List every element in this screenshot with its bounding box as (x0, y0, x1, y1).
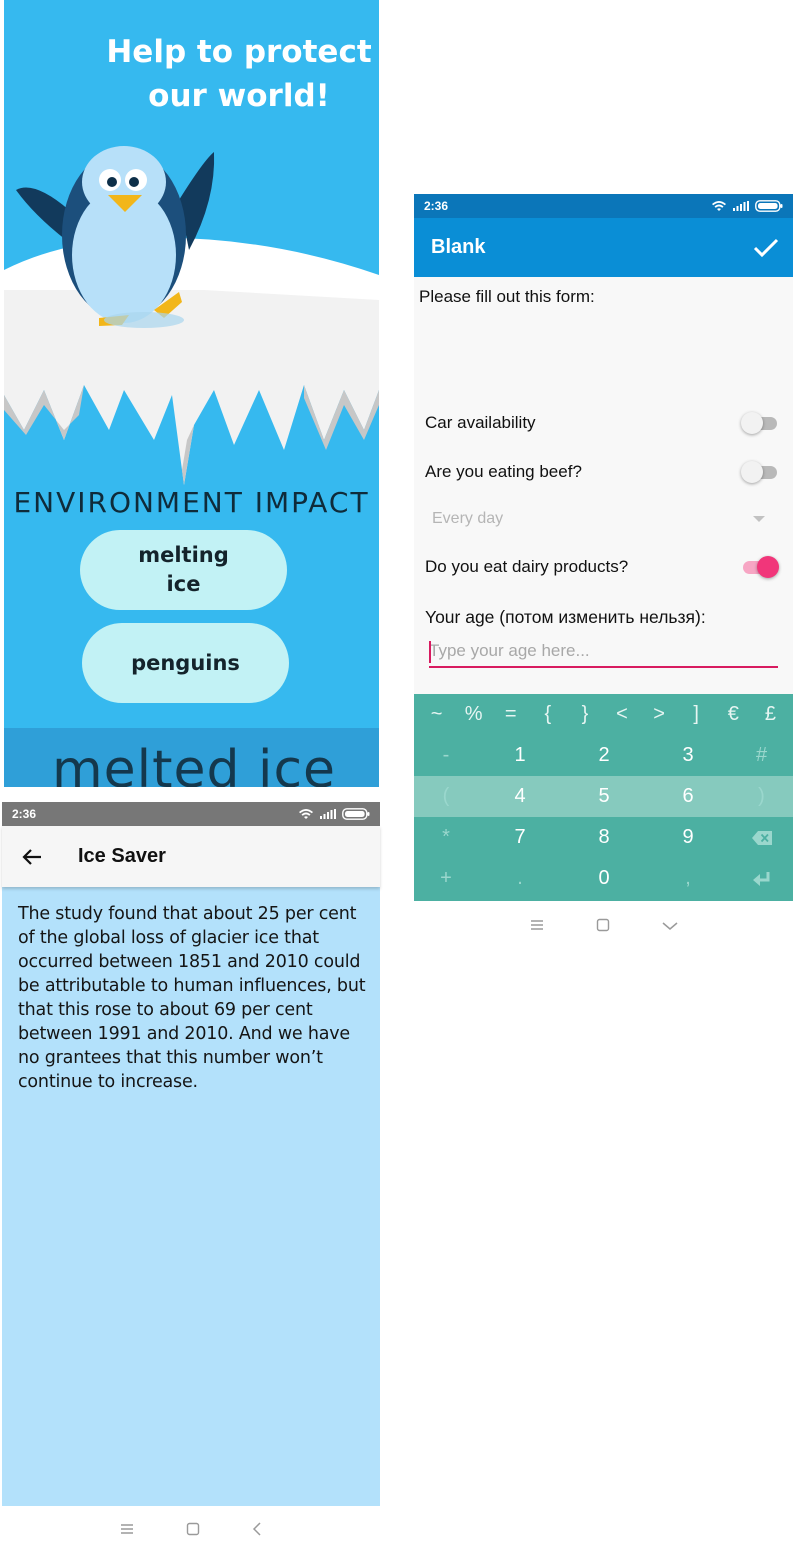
form-title: Blank (431, 236, 486, 258)
key-symbol[interactable]: ~ (423, 703, 451, 726)
keyboard-symbol-row: ~ % = { } < > ] € £ (414, 694, 793, 735)
system-nav-bar (414, 901, 793, 953)
key-symbol[interactable]: { (534, 703, 562, 726)
car-availability-row: Car availability (425, 403, 779, 443)
chevron-down-icon[interactable] (662, 918, 678, 936)
key-5[interactable]: 5 (562, 785, 646, 808)
key-6[interactable]: 6 (646, 785, 730, 808)
key-symbol[interactable]: € (719, 703, 747, 726)
page-title: Ice Saver (78, 845, 166, 867)
key-symbol[interactable]: > (645, 703, 673, 726)
key-hash[interactable]: # (730, 744, 793, 767)
form-intro: Please fill out this form: (419, 287, 595, 306)
key-open-paren[interactable]: ( (414, 785, 478, 808)
penguin-iceberg-illustration (4, 146, 379, 485)
home-icon[interactable] (186, 1522, 200, 1541)
system-nav-bar (2, 1506, 380, 1556)
key-8[interactable]: 8 (562, 826, 646, 849)
dairy-switch[interactable] (741, 556, 779, 578)
back-icon[interactable] (252, 1521, 262, 1541)
status-time: 2:36 (424, 199, 449, 213)
key-7[interactable]: 7 (478, 826, 562, 849)
penguin-flipper-left (16, 187, 69, 240)
wifi-icon (712, 201, 726, 211)
home-icon[interactable] (596, 918, 610, 937)
intro-screen: Help to protect our world! ENVIRONMENT I… (4, 0, 379, 787)
battery-icon (342, 808, 370, 820)
key-symbol[interactable]: = (497, 703, 525, 726)
form-toolbar: Blank (414, 218, 793, 277)
signal-icon (733, 201, 749, 211)
age-label: Your age (потом изменить нельзя): (425, 607, 706, 627)
key-symbol[interactable]: ] (682, 703, 710, 726)
penguins-button[interactable]: penguins (82, 623, 289, 703)
keyboard-row: ( 4 5 6 ) (414, 776, 793, 817)
eating-beef-switch[interactable] (741, 461, 779, 483)
key-plus[interactable]: + (414, 867, 478, 890)
age-input[interactable] (429, 637, 778, 668)
wifi-icon (299, 809, 313, 819)
enter-icon[interactable] (730, 871, 793, 886)
key-9[interactable]: 9 (646, 826, 730, 849)
melting-ice-button[interactable]: melting ice (80, 530, 287, 610)
battery-icon (755, 200, 783, 212)
form-body: Please fill out this form: Car availabil… (414, 277, 793, 694)
key-symbol[interactable]: % (460, 703, 488, 726)
keyboard-row: * 7 8 9 (414, 817, 793, 858)
key-0[interactable]: 0 (562, 867, 646, 890)
beef-frequency-select[interactable]: Every day (432, 505, 765, 533)
status-bar: 2:36 (2, 802, 380, 826)
key-symbol[interactable]: } (571, 703, 599, 726)
dairy-label: Do you eat dairy products? (425, 557, 629, 576)
form-screen: 2:36 Blank Please fill out this form: Ca… (414, 194, 793, 954)
melted-ice-text: melted ice (52, 740, 337, 787)
beef-frequency-value: Every day (432, 510, 504, 527)
dropdown-arrow-icon (753, 516, 765, 522)
car-availability-label: Car availability (425, 413, 536, 432)
back-arrow-icon[interactable] (2, 826, 62, 887)
key-symbol[interactable]: < (608, 703, 636, 726)
app-toolbar: Ice Saver (2, 826, 380, 887)
backspace-icon[interactable] (730, 830, 793, 845)
keyboard-row: + . 0 , (414, 858, 793, 899)
menu-icon[interactable] (530, 918, 544, 936)
eating-beef-label: Are you eating beef? (425, 462, 582, 481)
key-asterisk[interactable]: * (414, 826, 478, 849)
key-comma[interactable]: , (646, 867, 730, 890)
text-caret (429, 641, 431, 663)
menu-icon[interactable] (120, 1522, 134, 1540)
status-time: 2:36 (12, 807, 37, 821)
article-content: The study found that about 25 per cent o… (2, 887, 380, 1506)
key-4[interactable]: 4 (478, 785, 562, 808)
melted-ice-banner: melted ice (4, 728, 379, 787)
key-minus[interactable]: - (414, 744, 478, 767)
key-dot[interactable]: . (478, 867, 562, 890)
article-text: The study found that about 25 per cent o… (18, 904, 366, 1092)
key-close-paren[interactable]: ) (730, 785, 793, 808)
numeric-keyboard: ~ % = { } < > ] € £ - 1 2 3 # ( 4 5 6 ) … (414, 694, 793, 901)
check-icon[interactable] (753, 238, 779, 258)
signal-icon (320, 809, 336, 819)
eating-beef-row: Are you eating beef? (425, 452, 779, 492)
iceberg (4, 290, 379, 485)
keyboard-row: - 1 2 3 # (414, 735, 793, 776)
key-1[interactable]: 1 (478, 744, 562, 767)
ice-saver-screen: 2:36 Ice Saver The study found that abou… (2, 802, 380, 1556)
dairy-row: Do you eat dairy products? (425, 547, 779, 587)
status-bar: 2:36 (414, 194, 793, 218)
key-3[interactable]: 3 (646, 744, 730, 767)
section-title: ENVIRONMENT IMPACT (13, 486, 370, 519)
key-2[interactable]: 2 (562, 744, 646, 767)
car-availability-switch[interactable] (741, 412, 779, 434)
headline: Help to protect our world! (106, 34, 372, 114)
key-symbol[interactable]: £ (756, 703, 784, 726)
